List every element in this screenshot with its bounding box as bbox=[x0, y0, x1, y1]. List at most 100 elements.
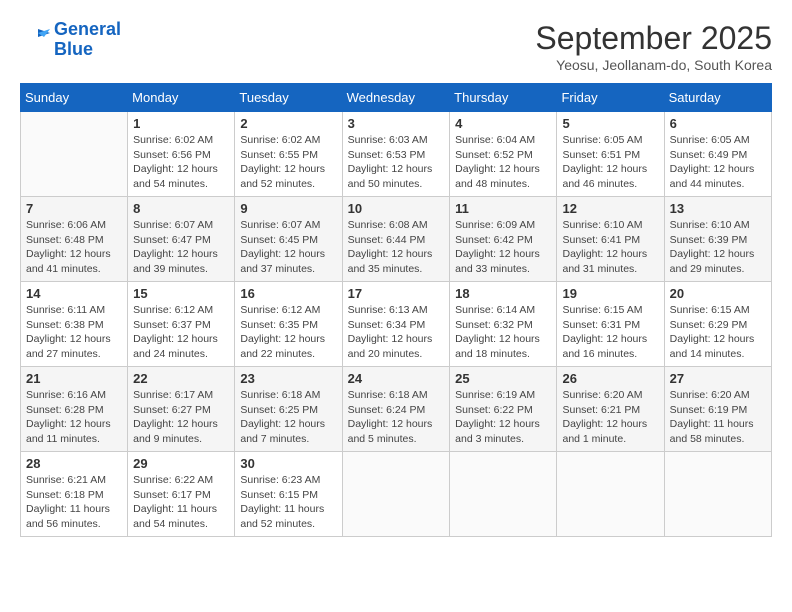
day-info: Sunrise: 6:20 AMSunset: 6:19 PMDaylight:… bbox=[670, 388, 766, 447]
calendar-cell bbox=[450, 452, 557, 537]
day-number: 30 bbox=[240, 456, 336, 471]
day-number: 2 bbox=[240, 116, 336, 131]
day-number: 29 bbox=[133, 456, 229, 471]
day-number: 5 bbox=[562, 116, 658, 131]
day-number: 23 bbox=[240, 371, 336, 386]
day-number: 19 bbox=[562, 286, 658, 301]
weekday-header-saturday: Saturday bbox=[664, 84, 771, 112]
logo-line2: Blue bbox=[54, 39, 93, 59]
day-number: 25 bbox=[455, 371, 551, 386]
calendar-week-3: 14Sunrise: 6:11 AMSunset: 6:38 PMDayligh… bbox=[21, 282, 772, 367]
day-info: Sunrise: 6:21 AMSunset: 6:18 PMDaylight:… bbox=[26, 473, 122, 532]
day-info: Sunrise: 6:22 AMSunset: 6:17 PMDaylight:… bbox=[133, 473, 229, 532]
calendar-week-1: 1 Sunrise: 6:02 AMSunset: 6:56 PMDaylight… bbox=[21, 112, 772, 197]
day-info: Sunrise: 6:23 AMSunset: 6:15 PMDaylight:… bbox=[240, 473, 336, 532]
calendar-cell: 17Sunrise: 6:13 AMSunset: 6:34 PMDayligh… bbox=[342, 282, 450, 367]
day-number: 24 bbox=[348, 371, 445, 386]
day-info: Sunrise: 6:12 AMSunset: 6:37 PMDaylight:… bbox=[133, 303, 229, 362]
day-number: 18 bbox=[455, 286, 551, 301]
calendar-cell: 1 Sunrise: 6:02 AMSunset: 6:56 PMDaylight… bbox=[128, 112, 235, 197]
day-info: Sunrise: 6:04 AMSunset: 6:52 PMDaylight:… bbox=[455, 133, 551, 192]
day-number: 27 bbox=[670, 371, 766, 386]
day-info: Sunrise: 6:08 AMSunset: 6:44 PMDaylight:… bbox=[348, 218, 445, 277]
calendar-cell: 15 Sunrise: 6:12 AMSunset: 6:37 PMDayligh… bbox=[128, 282, 235, 367]
calendar-cell: 3 Sunrise: 6:03 AMSunset: 6:53 PMDaylight… bbox=[342, 112, 450, 197]
day-number: 13 bbox=[670, 201, 766, 216]
calendar-cell: 13 Sunrise: 6:10 AMSunset: 6:39 PMDayligh… bbox=[664, 197, 771, 282]
calendar-week-2: 7 Sunrise: 6:06 AMSunset: 6:48 PMDaylight… bbox=[21, 197, 772, 282]
day-info: Sunrise: 6:14 AMSunset: 6:32 PMDaylight:… bbox=[455, 303, 551, 362]
day-info: Sunrise: 6:18 AMSunset: 6:24 PMDaylight:… bbox=[348, 388, 445, 447]
calendar-cell: 14Sunrise: 6:11 AMSunset: 6:38 PMDayligh… bbox=[21, 282, 128, 367]
calendar-cell: 4 Sunrise: 6:04 AMSunset: 6:52 PMDaylight… bbox=[450, 112, 557, 197]
logo: General Blue bbox=[20, 20, 121, 60]
day-info: Sunrise: 6:06 AMSunset: 6:48 PMDaylight:… bbox=[26, 218, 122, 277]
title-area: September 2025 Yeosu, Jeollanam-do, Sout… bbox=[535, 20, 772, 73]
day-info: Sunrise: 6:02 AMSunset: 6:55 PMDaylight:… bbox=[240, 133, 336, 192]
day-number: 28 bbox=[26, 456, 122, 471]
calendar-cell: 24 Sunrise: 6:18 AMSunset: 6:24 PMDayligh… bbox=[342, 367, 450, 452]
calendar-cell: 10Sunrise: 6:08 AMSunset: 6:44 PMDayligh… bbox=[342, 197, 450, 282]
day-info: Sunrise: 6:07 AMSunset: 6:45 PMDaylight:… bbox=[240, 218, 336, 277]
calendar-cell: 16 Sunrise: 6:12 AMSunset: 6:35 PMDayligh… bbox=[235, 282, 342, 367]
day-number: 3 bbox=[348, 116, 445, 131]
calendar-cell: 23 Sunrise: 6:18 AMSunset: 6:25 PMDayligh… bbox=[235, 367, 342, 452]
day-info: Sunrise: 6:10 AMSunset: 6:39 PMDaylight:… bbox=[670, 218, 766, 277]
day-number: 21 bbox=[26, 371, 122, 386]
calendar-cell: 12 Sunrise: 6:10 AMSunset: 6:41 PMDayligh… bbox=[557, 197, 664, 282]
day-info: Sunrise: 6:18 AMSunset: 6:25 PMDaylight:… bbox=[240, 388, 336, 447]
calendar-week-5: 28 Sunrise: 6:21 AMSunset: 6:18 PMDayligh… bbox=[21, 452, 772, 537]
day-number: 1 bbox=[133, 116, 229, 131]
weekday-header-monday: Monday bbox=[128, 84, 235, 112]
day-info: Sunrise: 6:19 AMSunset: 6:22 PMDaylight:… bbox=[455, 388, 551, 447]
month-title: September 2025 bbox=[535, 20, 772, 57]
day-number: 16 bbox=[240, 286, 336, 301]
weekday-header-tuesday: Tuesday bbox=[235, 84, 342, 112]
calendar-cell: 5Sunrise: 6:05 AMSunset: 6:51 PMDaylight… bbox=[557, 112, 664, 197]
day-info: Sunrise: 6:15 AMSunset: 6:29 PMDaylight:… bbox=[670, 303, 766, 362]
day-info: Sunrise: 6:12 AMSunset: 6:35 PMDaylight:… bbox=[240, 303, 336, 362]
day-number: 4 bbox=[455, 116, 551, 131]
calendar-cell bbox=[342, 452, 450, 537]
calendar-cell: 22Sunrise: 6:17 AMSunset: 6:27 PMDayligh… bbox=[128, 367, 235, 452]
day-info: Sunrise: 6:07 AMSunset: 6:47 PMDaylight:… bbox=[133, 218, 229, 277]
day-info: Sunrise: 6:17 AMSunset: 6:27 PMDaylight:… bbox=[133, 388, 229, 447]
calendar-cell: 25 Sunrise: 6:19 AMSunset: 6:22 PMDayligh… bbox=[450, 367, 557, 452]
day-number: 20 bbox=[670, 286, 766, 301]
day-number: 26 bbox=[562, 371, 658, 386]
day-info: Sunrise: 6:09 AMSunset: 6:42 PMDaylight:… bbox=[455, 218, 551, 277]
day-info: Sunrise: 6:03 AMSunset: 6:53 PMDaylight:… bbox=[348, 133, 445, 192]
calendar-cell bbox=[664, 452, 771, 537]
day-number: 12 bbox=[562, 201, 658, 216]
day-info: Sunrise: 6:15 AMSunset: 6:31 PMDaylight:… bbox=[562, 303, 658, 362]
day-info: Sunrise: 6:05 AMSunset: 6:49 PMDaylight:… bbox=[670, 133, 766, 192]
page-header: General Blue September 2025 Yeosu, Jeoll… bbox=[20, 20, 772, 73]
weekday-header-friday: Friday bbox=[557, 84, 664, 112]
calendar-table: SundayMondayTuesdayWednesdayThursdayFrid… bbox=[20, 83, 772, 537]
calendar-cell: 20 Sunrise: 6:15 AMSunset: 6:29 PMDayligh… bbox=[664, 282, 771, 367]
logo-line1: General bbox=[54, 19, 121, 39]
day-info: Sunrise: 6:16 AMSunset: 6:28 PMDaylight:… bbox=[26, 388, 122, 447]
day-number: 7 bbox=[26, 201, 122, 216]
calendar-cell: 26 Sunrise: 6:20 AMSunset: 6:21 PMDayligh… bbox=[557, 367, 664, 452]
day-number: 14 bbox=[26, 286, 122, 301]
calendar-cell: 21 Sunrise: 6:16 AMSunset: 6:28 PMDayligh… bbox=[21, 367, 128, 452]
calendar-week-4: 21 Sunrise: 6:16 AMSunset: 6:28 PMDayligh… bbox=[21, 367, 772, 452]
day-number: 15 bbox=[133, 286, 229, 301]
calendar-cell: 8 Sunrise: 6:07 AMSunset: 6:47 PMDaylight… bbox=[128, 197, 235, 282]
day-info: Sunrise: 6:13 AMSunset: 6:34 PMDaylight:… bbox=[348, 303, 445, 362]
day-info: Sunrise: 6:10 AMSunset: 6:41 PMDaylight:… bbox=[562, 218, 658, 277]
calendar-cell: 11Sunrise: 6:09 AMSunset: 6:42 PMDayligh… bbox=[450, 197, 557, 282]
day-number: 8 bbox=[133, 201, 229, 216]
calendar-cell: 2 Sunrise: 6:02 AMSunset: 6:55 PMDaylight… bbox=[235, 112, 342, 197]
day-number: 9 bbox=[240, 201, 336, 216]
day-info: Sunrise: 6:20 AMSunset: 6:21 PMDaylight:… bbox=[562, 388, 658, 447]
logo-text: General Blue bbox=[54, 20, 121, 60]
calendar-cell: 30 Sunrise: 6:23 AMSunset: 6:15 PMDayligh… bbox=[235, 452, 342, 537]
calendar-cell: 9 Sunrise: 6:07 AMSunset: 6:45 PMDaylight… bbox=[235, 197, 342, 282]
calendar-cell: 6Sunrise: 6:05 AMSunset: 6:49 PMDaylight… bbox=[664, 112, 771, 197]
day-info: Sunrise: 6:02 AMSunset: 6:56 PMDaylight:… bbox=[133, 133, 229, 192]
logo-icon bbox=[20, 25, 50, 55]
calendar-cell: 28 Sunrise: 6:21 AMSunset: 6:18 PMDayligh… bbox=[21, 452, 128, 537]
calendar-cell: 27 Sunrise: 6:20 AMSunset: 6:19 PMDayligh… bbox=[664, 367, 771, 452]
